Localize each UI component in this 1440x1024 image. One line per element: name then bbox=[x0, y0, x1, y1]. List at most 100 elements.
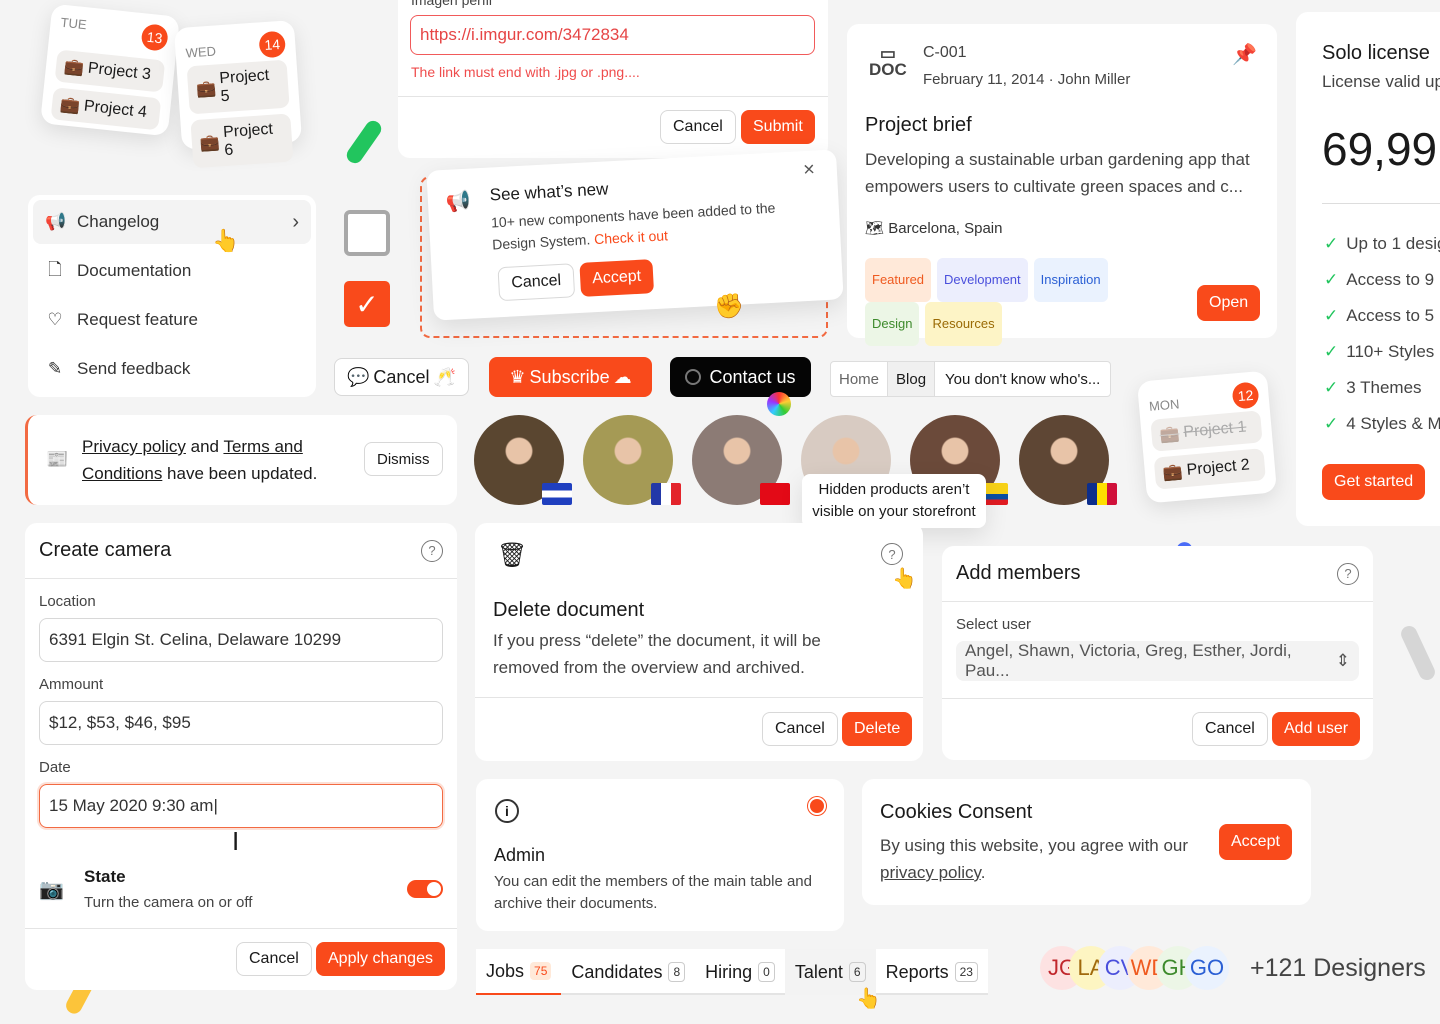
cancel-button[interactable]: Cancel bbox=[497, 263, 575, 302]
document-card[interactable]: ▭ DOC C-001 February 11, 2014 · John Mill… bbox=[847, 24, 1277, 346]
add-user-button[interactable]: Add user bbox=[1272, 712, 1361, 746]
heart-icon: ♡ bbox=[47, 310, 63, 329]
accept-button[interactable]: Accept bbox=[579, 259, 654, 297]
date-label: Date bbox=[39, 759, 71, 776]
subscribe-button[interactable]: ♛ Subscribe ☁ bbox=[489, 357, 652, 397]
admin-role-option[interactable]: i Admin You can edit the members of the … bbox=[476, 779, 844, 931]
tab-reports[interactable]: Reports 23 bbox=[876, 949, 988, 995]
get-started-button[interactable]: Get started bbox=[1322, 464, 1426, 500]
flag-icon bbox=[1087, 483, 1117, 505]
project-item-done[interactable]: 💼 Project 1 bbox=[1150, 410, 1263, 452]
project-item[interactable]: 💼 Project 3 bbox=[54, 49, 166, 93]
tab-hiring[interactable]: Hiring 0 bbox=[695, 949, 785, 995]
create-camera-form: Create camera? Location 6391 Elgin St. C… bbox=[25, 523, 457, 990]
doc-code: C-001 bbox=[923, 44, 967, 61]
avatar[interactable] bbox=[583, 415, 681, 505]
check-it-out-link[interactable]: Check it out bbox=[594, 227, 669, 247]
tab-jobs[interactable]: Jobs 75 bbox=[476, 949, 562, 995]
chat-icon: 💬 bbox=[347, 366, 370, 387]
pointer-cursor-icon: 👆 bbox=[856, 988, 881, 1010]
dismiss-button[interactable]: Dismiss bbox=[364, 442, 443, 476]
role-title: Admin bbox=[494, 845, 546, 865]
contact-us-button[interactable]: Contact us bbox=[670, 357, 811, 397]
help-icon[interactable]: ? bbox=[421, 539, 443, 562]
select-user-label: Select user bbox=[956, 616, 1032, 633]
megaphone-icon: 📢 bbox=[445, 190, 472, 214]
menu-item[interactable]: 🗋 Documentation bbox=[33, 249, 311, 293]
submit-button[interactable]: Submit bbox=[741, 110, 815, 144]
radio-selected[interactable] bbox=[810, 799, 824, 813]
close-icon[interactable]: × bbox=[803, 159, 816, 183]
doc-icon: ▭ DOC bbox=[869, 44, 907, 79]
check-icon: ✓ bbox=[1324, 234, 1339, 253]
project-item[interactable]: 💼 Project 2 bbox=[1153, 448, 1266, 490]
delete-document-dialog: 🗑 ? Delete document If you press “delete… bbox=[475, 523, 923, 761]
calendar-card-wed: WED 14 💼 Project 5 💼 Project 6 bbox=[173, 19, 303, 169]
plan-subtitle: License valid up bbox=[1322, 72, 1440, 91]
help-icon[interactable]: ? bbox=[1337, 562, 1359, 585]
open-button[interactable]: Open bbox=[1197, 285, 1261, 321]
briefcase-icon: 💼 bbox=[1158, 425, 1181, 445]
tab-bar: Jobs 75 Candidates 8 Hiring 0 Talent 6 Reports 23 bbox=[476, 949, 988, 995]
help-icon[interactable]: ? bbox=[881, 543, 903, 565]
error-message: The link must end with .jpg or .png.... bbox=[411, 64, 640, 80]
amount-input[interactable]: $12, $53, $46, $95 bbox=[39, 701, 443, 745]
checkbox-unchecked[interactable] bbox=[344, 210, 390, 256]
state-desc: Turn the camera on or off bbox=[84, 894, 253, 911]
cancel-button[interactable]: Cancel bbox=[762, 712, 838, 746]
apply-changes-button[interactable]: Apply changes bbox=[316, 942, 445, 976]
tag[interactable]: Resources bbox=[925, 302, 1002, 346]
privacy-policy-link[interactable]: Privacy policy bbox=[82, 437, 186, 456]
state-toggle[interactable] bbox=[407, 880, 443, 898]
menu-item[interactable]: 📢 Changelog › bbox=[33, 200, 311, 244]
dialog-title: Add members bbox=[956, 562, 1081, 584]
tab-count: 6 bbox=[848, 962, 866, 982]
tab-candidates[interactable]: Candidates 8 bbox=[561, 949, 695, 995]
pricing-card: Solo license License valid up 69,99 ✓ Up … bbox=[1296, 12, 1440, 526]
tab-count: 23 bbox=[954, 962, 978, 982]
accept-button[interactable]: Accept bbox=[1219, 824, 1292, 860]
trash-icon: 🗑 bbox=[497, 542, 528, 569]
breadcrumb-blog[interactable]: Blog bbox=[888, 362, 936, 396]
feature-item: ✓ 110+ Styles bbox=[1324, 342, 1435, 361]
image-url-input[interactable]: https://i.imgur.com/3472834 bbox=[410, 15, 815, 55]
crown-icon: ♛ bbox=[509, 366, 526, 387]
delete-button[interactable]: Delete bbox=[842, 712, 913, 746]
breadcrumb-current[interactable]: You don't know who's... bbox=[935, 362, 1110, 396]
state-title: State bbox=[84, 867, 126, 886]
menu-item[interactable]: ✎ Send feedback bbox=[33, 347, 311, 391]
avatar[interactable] bbox=[1019, 415, 1117, 505]
privacy-policy-link[interactable]: privacy policy bbox=[880, 863, 981, 882]
avatar[interactable] bbox=[474, 415, 572, 505]
briefcase-icon: 💼 bbox=[1162, 463, 1184, 482]
project-item[interactable]: 💼 Project 5 bbox=[186, 59, 290, 115]
tag[interactable]: Featured bbox=[865, 258, 932, 302]
dialog-desc: If you press “delete” the document, it w… bbox=[493, 631, 821, 677]
cancel-button[interactable]: Cancel bbox=[236, 942, 312, 976]
cancel-button[interactable]: Cancel bbox=[660, 110, 736, 144]
cancel-button[interactable]: Cancel bbox=[1192, 712, 1268, 746]
project-item[interactable]: 💼 Project 4 bbox=[50, 87, 162, 131]
tag[interactable]: Design bbox=[865, 302, 920, 346]
camera-icon: 📷 bbox=[39, 879, 64, 901]
green-decor bbox=[343, 117, 385, 167]
spinner-icon bbox=[685, 369, 702, 385]
role-desc: You can edit the members of the main tab… bbox=[494, 873, 812, 912]
doc-location: Barcelona, Spain bbox=[888, 220, 1003, 237]
tag[interactable]: Inspiration bbox=[1033, 258, 1108, 302]
avatar[interactable] bbox=[692, 415, 790, 505]
location-input[interactable]: 6391 Elgin St. Celina, Delaware 10299 bbox=[39, 618, 443, 662]
user-select[interactable]: Angel, Shawn, Victoria, Greg, Esther, Jo… bbox=[956, 641, 1359, 681]
menu-item[interactable]: ♡ Request feature bbox=[33, 298, 311, 342]
map-icon: 🗺 bbox=[865, 220, 885, 237]
checkbox-checked[interactable]: ✓ bbox=[344, 281, 390, 327]
pointer-cursor-icon: 👆 bbox=[212, 228, 240, 253]
designer-avatar[interactable]: GO bbox=[1185, 946, 1229, 990]
pin-icon[interactable]: 📌 bbox=[1232, 42, 1257, 67]
project-item[interactable]: 💼 Project 6 bbox=[190, 113, 294, 169]
cancel-chat-button[interactable]: 💬 Cancel 🥂 bbox=[334, 358, 469, 396]
amount-label: Ammount bbox=[39, 676, 104, 693]
tag[interactable]: Development bbox=[937, 258, 1028, 302]
date-input[interactable]: 15 May 2020 9:30 am| bbox=[39, 784, 443, 828]
breadcrumb-home[interactable]: Home bbox=[831, 362, 889, 396]
